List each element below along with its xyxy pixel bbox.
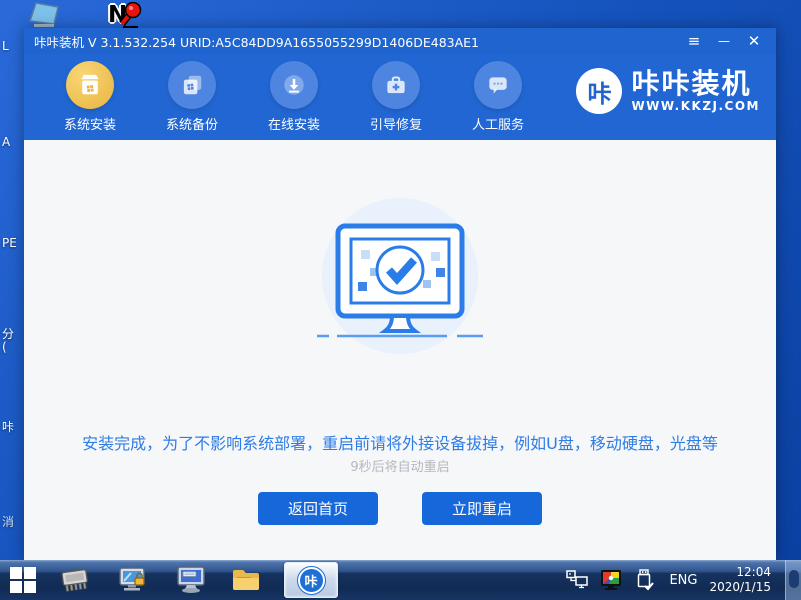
desktop-nkey-shortcut[interactable]: N <box>108 2 142 30</box>
home-button[interactable]: 返回首页 <box>258 492 378 525</box>
backup-layers-icon <box>179 72 205 98</box>
nav-system-backup[interactable]: 系统备份 <box>156 61 228 133</box>
brand-logo: 咔 咔咔装机 WWW.KKZJ.COM <box>576 68 760 114</box>
red-key-icon <box>116 2 144 30</box>
language-indicator[interactable]: ENG <box>669 573 697 588</box>
taskbar-lock-screen[interactable] <box>104 560 162 600</box>
kaka-app-icon: 咔 <box>298 567 325 594</box>
window-title: 咔咔装机 V 3.1.532.254 URID:A5C84DD9A1655055… <box>34 32 682 51</box>
titlebar: 咔咔装机 V 3.1.532.254 URID:A5C84DD9A1655055… <box>24 28 776 54</box>
start-windows-icon <box>10 567 36 593</box>
desktop-edge-label[interactable]: 咔 <box>2 421 14 434</box>
taskbar-kaka-app-active[interactable]: 咔 <box>284 562 338 598</box>
desktop-edge-label[interactable]: 分 ( <box>2 328 14 354</box>
brand-name: 咔咔装机 <box>631 70 760 98</box>
tilted-screen-icon <box>28 2 62 30</box>
completion-message: 安装完成，为了不影响系统部署，重启前请将外接设备拔掉，例如U盘，移动硬盘，光盘等 <box>24 430 776 454</box>
restart-countdown: 9秒后将自动重启 <box>24 456 776 475</box>
start-button[interactable] <box>0 560 46 600</box>
install-box-icon <box>77 72 103 98</box>
taskbar-remote-desktop[interactable] <box>162 560 220 600</box>
taskbar: 咔 <box>0 560 801 600</box>
desktop-edge-label[interactable]: 消 <box>2 516 14 529</box>
close-icon[interactable]: ✕ <box>742 31 766 51</box>
nav-label: 系统备份 <box>156 114 228 133</box>
monitor-check-icon <box>295 198 505 358</box>
clock-time: 12:04 <box>709 565 771 580</box>
nav-label: 人工服务 <box>462 114 534 133</box>
remote-desktop-icon <box>174 565 208 595</box>
folder-icon <box>230 566 262 594</box>
minimize-icon[interactable]: — <box>712 31 736 51</box>
nav-label: 引导修复 <box>360 114 432 133</box>
show-desktop-button[interactable] <box>785 560 801 600</box>
taskbar-file-explorer[interactable] <box>220 560 272 600</box>
network-icon[interactable] <box>565 569 589 591</box>
brand-badge-icon: 咔 <box>576 68 622 114</box>
menu-icon[interactable]: ≡ <box>682 31 706 51</box>
restart-button[interactable]: 立即重启 <box>422 492 542 525</box>
desktop-edge-label[interactable]: PE <box>2 237 17 250</box>
chat-bubble-icon <box>485 72 511 98</box>
desktop-edge-label[interactable]: L <box>2 40 9 53</box>
lock-screen-icon <box>117 565 149 595</box>
brand-site: WWW.KKZJ.COM <box>631 99 760 113</box>
nav-system-install[interactable]: 系统安装 <box>54 61 126 133</box>
memory-chip-icon <box>58 565 92 595</box>
display-colors-icon[interactable] <box>599 569 623 591</box>
kaka-installer-window: 咔咔装机 V 3.1.532.254 URID:A5C84DD9A1655055… <box>24 28 776 560</box>
nav-label: 在线安装 <box>258 114 330 133</box>
nav-online-install[interactable]: 在线安装 <box>258 61 330 133</box>
clock-date: 2020/1/15 <box>709 580 771 595</box>
desktop-edge-label[interactable]: A <box>2 136 10 149</box>
taskbar-memory-chip[interactable] <box>46 560 104 600</box>
nav-label: 系统安装 <box>54 114 126 133</box>
nav-human-service[interactable]: 人工服务 <box>462 61 534 133</box>
toolbox-plus-icon <box>383 72 409 98</box>
main-content: 安装完成，为了不影响系统部署，重启前请将外接设备拔掉，例如U盘，移动硬盘，光盘等… <box>24 140 776 560</box>
usb-eject-icon[interactable] <box>633 568 655 592</box>
taskbar-clock[interactable]: 12:04 2020/1/15 <box>709 565 771 595</box>
success-illustration <box>295 198 505 362</box>
nav-boot-repair[interactable]: 引导修复 <box>360 61 432 133</box>
download-icon <box>281 72 307 98</box>
header-nav: 系统安装 系统备份 <box>24 54 776 140</box>
